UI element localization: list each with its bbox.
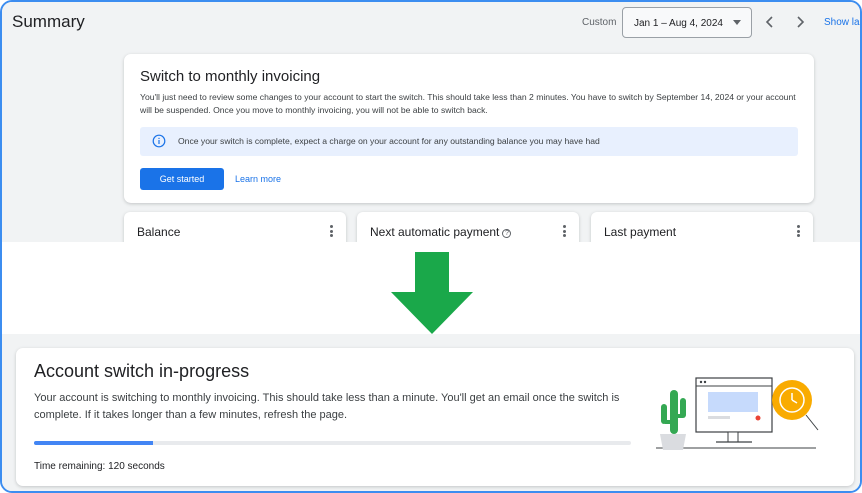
chevron-right-icon bbox=[797, 16, 805, 28]
card-description: You'll just need to review some changes … bbox=[140, 92, 796, 115]
more-vert-icon[interactable] bbox=[330, 225, 334, 237]
help-icon[interactable]: ? bbox=[502, 229, 512, 238]
previous-period-button[interactable] bbox=[762, 12, 778, 32]
down-arrow-icon bbox=[391, 252, 473, 334]
date-range-select[interactable]: Jan 1 – Aug 4, 2024 bbox=[622, 7, 752, 38]
time-remaining-text: Time remaining: 120 seconds bbox=[34, 461, 165, 472]
more-vert-icon[interactable] bbox=[563, 225, 567, 237]
card-title: Switch to monthly invoicing bbox=[140, 68, 321, 85]
date-range-label: Custom bbox=[582, 17, 617, 28]
billing-summary-panel: Summary Custom Jan 1 – Aug 4, 2024 Show … bbox=[2, 2, 860, 252]
next-payment-card-title: Next automatic payment bbox=[370, 225, 500, 239]
learn-more-link[interactable]: Learn more bbox=[235, 174, 281, 184]
progress-bar-fill bbox=[34, 441, 154, 445]
info-banner-text: Once your switch is complete, expect a c… bbox=[178, 136, 600, 146]
switch-invoicing-card: Switch to monthly invoicing You'll just … bbox=[124, 54, 814, 203]
info-banner: Once your switch is complete, expect a c… bbox=[140, 127, 798, 156]
info-icon bbox=[152, 134, 166, 148]
show-more-link[interactable]: Show la bbox=[824, 17, 860, 28]
date-range-value: Jan 1 – Aug 4, 2024 bbox=[634, 18, 723, 29]
next-period-button[interactable] bbox=[792, 12, 808, 32]
progress-bar bbox=[34, 441, 631, 445]
page-title: Summary bbox=[12, 12, 85, 31]
get-started-button[interactable]: Get started bbox=[140, 168, 224, 190]
more-vert-icon[interactable] bbox=[797, 225, 801, 237]
account-switch-progress-card: Account switch in-progress Your account … bbox=[16, 348, 854, 486]
caret-down-icon bbox=[733, 20, 741, 25]
monitor-illustration bbox=[656, 377, 819, 450]
balance-card-title: Balance bbox=[137, 225, 181, 239]
screenshot-frame: Summary Custom Jan 1 – Aug 4, 2024 Show … bbox=[0, 0, 862, 493]
chevron-left-icon bbox=[765, 16, 773, 28]
next-payment-card-header: Next automatic payment? bbox=[370, 225, 512, 239]
progress-card-title: Account switch in-progress bbox=[34, 361, 250, 381]
progress-card-description: Your account is switching to monthly inv… bbox=[34, 392, 620, 421]
last-payment-card-title: Last payment bbox=[604, 225, 677, 239]
